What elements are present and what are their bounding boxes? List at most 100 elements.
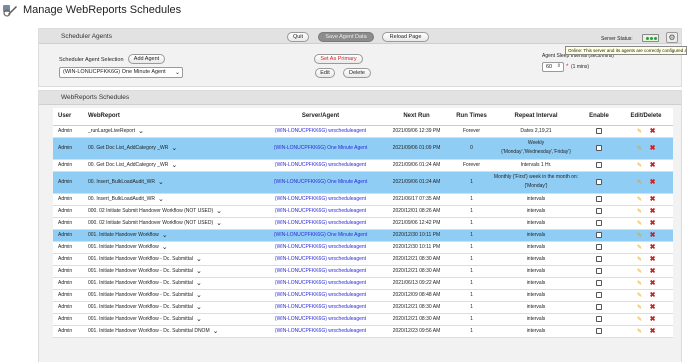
settings-gear-icon[interactable]: ⚙ [666, 32, 678, 43]
chevron-down-icon[interactable]: ⌄ [196, 292, 202, 299]
table-row[interactable]: Admin 001. Initiate Handover Workflow ⌄ (WI… [53, 241, 673, 254]
chevron-down-icon[interactable]: ⌄ [196, 304, 202, 311]
column-header-server-agent[interactable]: Server/Agent [258, 108, 383, 126]
table-row[interactable]: Admin 00. Insert_BulkLoadAudit_WR ⌄ (WIN-LO… [53, 193, 673, 206]
cell-webreport[interactable]: 001. Initiate Handover Workflow ⌄ [83, 241, 258, 254]
enable-checkbox[interactable] [596, 219, 602, 226]
column-header-repeat-interval[interactable]: Repeat Interval [493, 108, 579, 126]
table-row[interactable]: Admin _runLargeLiveReport ⌄ (WIN-LONUCPFKK6… [53, 125, 673, 138]
set-as-primary-button[interactable]: Set As Primary [314, 54, 363, 64]
chevron-down-icon[interactable]: ⌄ [213, 328, 219, 335]
table-row[interactable]: Admin 001. Initiate Handover Workflow - D… [53, 289, 673, 302]
cell-webreport[interactable]: 001. Initiate Handover Workflow - Dc. Su… [83, 325, 258, 338]
pencil-edit-icon[interactable]: ✎ [636, 292, 643, 299]
table-row[interactable]: Admin 000. 02 Initiate Submit Handover Wo… [53, 205, 673, 218]
enable-checkbox[interactable] [596, 127, 602, 134]
chevron-down-icon[interactable]: ⌄ [158, 179, 164, 186]
cell-webreport[interactable]: 00. Get Doc List_AddCategory _WR ⌄ [83, 159, 258, 172]
enable-checkbox[interactable] [596, 315, 602, 322]
enable-checkbox[interactable] [596, 291, 602, 298]
add-agent-button[interactable]: Add Agent [128, 54, 165, 64]
pencil-edit-icon[interactable]: ✎ [636, 280, 643, 287]
save-agent-data-button[interactable]: Save Agent Data [318, 32, 374, 42]
table-row[interactable]: Admin 00. Insert_BulkLoadAudit_WR ⌄ (WIN-LO… [53, 171, 673, 194]
table-row[interactable]: Admin 001. Initiate Handover Workflow ⌄ (WI… [53, 229, 673, 242]
delete-x-icon[interactable]: ✖ [649, 144, 656, 152]
sleep-interval-input[interactable]: 60 ⇳ [542, 62, 564, 72]
cell-webreport[interactable]: 001. Initiate Handover Workflow - Dc. Su… [83, 301, 258, 314]
enable-checkbox[interactable] [596, 255, 602, 262]
pencil-edit-icon[interactable]: ✎ [636, 244, 643, 251]
delete-x-icon[interactable]: ✖ [649, 291, 656, 299]
table-row[interactable]: Admin 001. Initiate Handover Workflow - D… [53, 277, 673, 290]
column-header-edit-delete[interactable]: Edit/Delete [619, 108, 673, 126]
delete-x-icon[interactable]: ✖ [649, 161, 656, 169]
column-header-enable[interactable]: Enable [579, 108, 619, 126]
cell-webreport[interactable]: 001. Initiate Handover Workflow - Dc. Su… [83, 253, 258, 266]
enable-checkbox[interactable] [596, 303, 602, 310]
delete-x-icon[interactable]: ✖ [649, 219, 656, 227]
pencil-edit-icon[interactable]: ✎ [636, 162, 643, 169]
delete-x-icon[interactable]: ✖ [649, 279, 656, 287]
pencil-edit-icon[interactable]: ✎ [636, 232, 643, 239]
chevron-down-icon[interactable]: ⌄ [158, 196, 164, 203]
chevron-down-icon[interactable]: ⌄ [138, 128, 144, 135]
cell-webreport[interactable]: _runLargeLiveReport ⌄ [83, 125, 258, 138]
pencil-edit-icon[interactable]: ✎ [636, 316, 643, 323]
chevron-down-icon[interactable]: ⌄ [171, 162, 177, 169]
cell-webreport[interactable]: 001. Initiate Handover Workflow - Dc. Su… [83, 313, 258, 326]
delete-x-icon[interactable]: ✖ [649, 303, 656, 311]
delete-x-icon[interactable]: ✖ [649, 243, 656, 251]
table-row[interactable]: Admin 000. 02 Initiate Submit Handover Wo… [53, 217, 673, 230]
enable-checkbox[interactable] [596, 195, 602, 202]
chevron-down-icon[interactable]: ⌄ [196, 268, 202, 275]
table-row[interactable]: Admin 001. Initiate Handover Workflow - D… [53, 325, 673, 338]
delete-x-icon[interactable]: ✖ [649, 315, 656, 323]
table-row[interactable]: Admin 00. Get Doc List_AddCategory _WR ⌄ (W… [53, 137, 673, 160]
reload-page-button[interactable]: Reload Page [382, 32, 429, 42]
chevron-down-icon[interactable]: ⌄ [216, 220, 222, 227]
delete-x-icon[interactable]: ✖ [649, 255, 656, 263]
server-status-online-icon[interactable] [642, 34, 659, 42]
enable-checkbox[interactable] [596, 144, 602, 151]
delete-x-icon[interactable]: ✖ [649, 195, 656, 203]
table-row[interactable]: Admin 001. Initiate Handover Workflow - D… [53, 253, 673, 266]
enable-checkbox[interactable] [596, 207, 602, 214]
column-header-webreport[interactable]: WebReport [83, 108, 258, 126]
pencil-edit-icon[interactable]: ✎ [636, 220, 643, 227]
pencil-edit-icon[interactable]: ✎ [636, 128, 643, 135]
delete-x-icon[interactable]: ✖ [649, 327, 656, 335]
chevron-down-icon[interactable]: ⌄ [216, 208, 222, 215]
cell-webreport[interactable]: 000. 02 Initiate Submit Handover Workflo… [83, 217, 258, 230]
enable-checkbox[interactable] [596, 161, 602, 168]
table-row[interactable]: Admin 00. Get Doc List_AddCategory _WR ⌄ (W… [53, 159, 673, 172]
delete-x-icon[interactable]: ✖ [649, 178, 656, 186]
chevron-down-icon[interactable]: ⌄ [171, 145, 177, 152]
quit-button[interactable]: Quit [287, 32, 309, 42]
enable-checkbox[interactable] [596, 267, 602, 274]
cell-webreport[interactable]: 00. Insert_BulkLoadAudit_WR ⌄ [83, 193, 258, 206]
chevron-down-icon[interactable]: ⌄ [196, 256, 202, 263]
delete-x-icon[interactable]: ✖ [649, 231, 656, 239]
table-row[interactable]: Admin 001. Initiate Handover Workflow - D… [53, 313, 673, 326]
column-header-next-run[interactable]: Next Run [383, 108, 450, 126]
cell-webreport[interactable]: 001. Initiate Handover Workflow - Dc. Su… [83, 277, 258, 290]
pencil-edit-icon[interactable]: ✎ [636, 179, 643, 186]
pencil-edit-icon[interactable]: ✎ [636, 268, 643, 275]
chevron-down-icon[interactable]: ⌄ [162, 244, 168, 251]
column-header-run-times[interactable]: Run Times [450, 108, 493, 126]
chevron-down-icon[interactable]: ⌄ [162, 232, 168, 239]
pencil-edit-icon[interactable]: ✎ [636, 196, 643, 203]
enable-checkbox[interactable] [596, 178, 602, 185]
cell-webreport[interactable]: 00. Insert_BulkLoadAudit_WR ⌄ [83, 171, 258, 194]
enable-checkbox[interactable] [596, 279, 602, 286]
cell-webreport[interactable]: 001. Initiate Handover Workflow ⌄ [83, 229, 258, 242]
table-row[interactable]: Admin 001. Initiate Handover Workflow - D… [53, 265, 673, 278]
pencil-edit-icon[interactable]: ✎ [636, 328, 643, 335]
enable-checkbox[interactable] [596, 327, 602, 334]
cell-webreport[interactable]: 000. 02 Initiate Submit Handover Workflo… [83, 205, 258, 218]
cell-webreport[interactable]: 001. Initiate Handover Workflow - Dc. Su… [83, 289, 258, 302]
cell-webreport[interactable]: 001. Initiate Handover Workflow - Dc. Su… [83, 265, 258, 278]
chevron-down-icon[interactable]: ⌄ [196, 316, 202, 323]
delete-x-icon[interactable]: ✖ [649, 267, 656, 275]
